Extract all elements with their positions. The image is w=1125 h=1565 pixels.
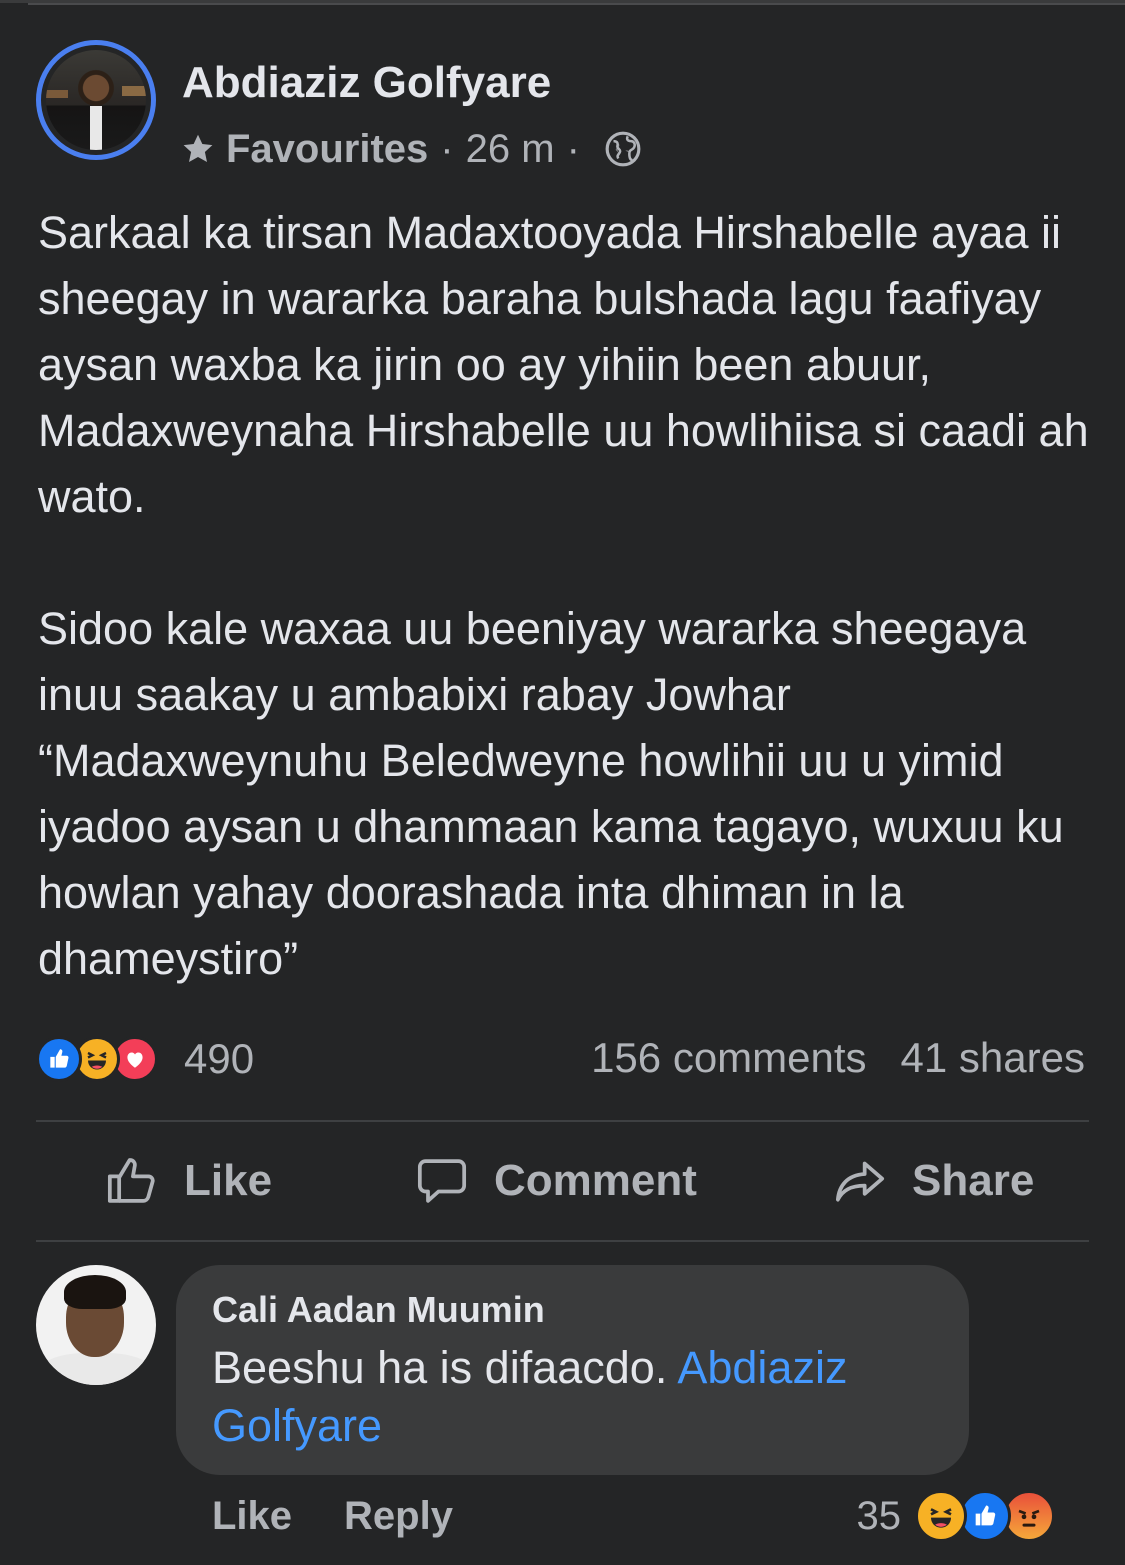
comment-icon: [417, 1159, 467, 1203]
commenter-avatar[interactable]: [36, 1265, 156, 1385]
comment-label: Comment: [494, 1156, 697, 1205]
comment-bubble: Cali Aadan Muumin Beeshu ha is difaacdo.…: [176, 1265, 969, 1475]
comment-button[interactable]: Comment: [414, 1122, 697, 1240]
author-avatar-image: [46, 50, 146, 150]
comment-actions: Like Reply: [212, 1494, 453, 1539]
favourites-label[interactable]: Favourites: [226, 127, 428, 172]
thumbs-up-icon: [107, 1158, 155, 1203]
post-body: Sarkaal ka tirsan Madaxtooyada Hirshabel…: [38, 200, 1098, 992]
post-paragraph-1: Sarkaal ka tirsan Madaxtooyada Hirshabel…: [38, 207, 1089, 522]
comment-reply-button[interactable]: Reply: [344, 1494, 453, 1539]
divider: [36, 1240, 1089, 1242]
like-label: Like: [184, 1156, 273, 1205]
top-divider-inner: [28, 3, 1125, 5]
post-author-name[interactable]: Abdiaziz Golfyare: [182, 58, 551, 108]
comment-reaction-count: 35: [856, 1493, 902, 1538]
like-button[interactable]: Like: [104, 1122, 272, 1240]
author-avatar[interactable]: [36, 40, 156, 160]
commenter-name[interactable]: Cali Aadan Muumin: [212, 1289, 933, 1331]
shares-count[interactable]: 41 shares: [901, 1034, 1085, 1082]
post-timestamp[interactable]: 26 m: [466, 127, 555, 172]
star-icon: [183, 134, 213, 163]
reaction-count: 490: [184, 1035, 255, 1082]
meta-separator: ·: [566, 126, 580, 171]
share-label: Share: [912, 1156, 1035, 1205]
comment-body: Beeshu ha is difaacdo.: [212, 1342, 668, 1393]
share-icon: [835, 1161, 885, 1202]
meta-separator: ·: [440, 126, 454, 171]
reaction-summary[interactable]: 490: [36, 1034, 254, 1084]
share-button[interactable]: Share: [832, 1122, 1034, 1240]
comment-like-button[interactable]: Like: [212, 1494, 292, 1539]
post-meta: Favourites · 26 m ·: [180, 124, 642, 174]
like-icon: [36, 1036, 82, 1082]
post-stats: 156 comments 41 shares: [591, 1034, 1085, 1082]
comment-text: Beeshu ha is difaacdo. Abdiaziz Golfyare: [212, 1339, 933, 1455]
globe-icon[interactable]: [604, 130, 642, 168]
post-action-bar: Like Comment Share: [36, 1122, 1089, 1240]
post-paragraph-2: Sidoo kale waxaa uu beeniyay wararka she…: [38, 603, 1064, 984]
comment-reactions[interactable]: 35: [856, 1490, 1055, 1542]
comments-count[interactable]: 156 comments: [591, 1034, 866, 1082]
haha-icon: [915, 1490, 967, 1542]
